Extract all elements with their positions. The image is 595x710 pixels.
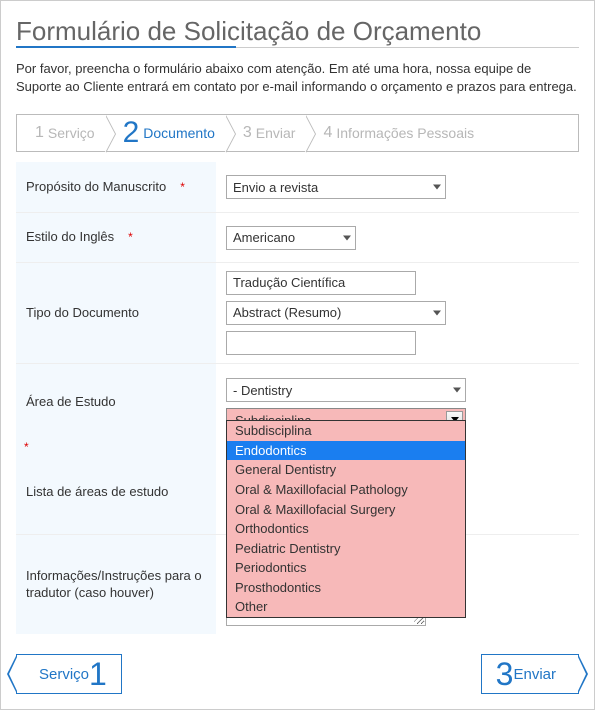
label-text: Área de Estudo (26, 394, 116, 411)
doc-type-select[interactable]: Abstract (Resumo) (226, 301, 446, 325)
required-icon: * (180, 180, 185, 196)
page-subtitle: Por favor, preencha o formulário abaixo … (16, 60, 579, 96)
select-value: Abstract (Resumo) (233, 305, 341, 320)
doc-type-extra-input[interactable] (226, 331, 416, 355)
nav-number: 3 (496, 658, 514, 690)
option-periodontics[interactable]: Periodontics (227, 558, 465, 578)
step-number: 3 (243, 124, 252, 142)
option-pediatric-dentistry[interactable]: Pediatric Dentistry (227, 539, 465, 559)
chevron-down-icon (433, 185, 441, 190)
step-number: 2 (123, 118, 140, 148)
form-body: Propósito do Manuscrito * Envio a revist… (16, 162, 579, 634)
option-orthodontics[interactable]: Orthodontics (227, 519, 465, 539)
step-indicator: 1 Serviço 2 Documento 3 Enviar 4 Informa… (16, 114, 579, 152)
label-text: Tipo do Documento (26, 305, 139, 322)
subdiscipline-dropdown-list[interactable]: Subdisciplina Endodontics General Dentis… (226, 420, 466, 617)
english-style-select[interactable]: Americano (226, 226, 356, 250)
option-endodontics[interactable]: Endodontics (227, 441, 465, 461)
doc-type-text-input[interactable]: Tradução Científica (226, 271, 416, 295)
chevron-down-icon (453, 388, 461, 393)
row-study-area: Área de Estudo * Lista de áreas de estud… (16, 363, 579, 534)
option-oral-maxillofacial-surgery[interactable]: Oral & Maxillofacial Surgery (227, 500, 465, 520)
study-area-select[interactable]: - Dentistry (226, 378, 466, 402)
chevron-down-icon (433, 311, 441, 316)
step-number: 1 (35, 124, 44, 142)
row-english-style: Estilo do Inglês * Americano (16, 212, 579, 262)
label-text: Estilo do Inglês (26, 229, 114, 246)
step-number: 4 (323, 124, 332, 142)
option-subdisciplina[interactable]: Subdisciplina (227, 421, 465, 441)
prev-step-button[interactable]: Serviço 1 (16, 654, 122, 694)
required-icon: * (128, 230, 133, 246)
label-text: Lista de áreas de estudo (26, 484, 168, 499)
label-doc-type: Tipo do Documento (16, 263, 216, 363)
select-value: - Dentistry (233, 383, 292, 398)
option-prosthodontics[interactable]: Prosthodontics (227, 578, 465, 598)
option-general-dentistry[interactable]: General Dentistry (227, 460, 465, 480)
quote-form-container: Formulário de Solicitação de Orçamento P… (0, 0, 595, 710)
step-label: Serviço (48, 125, 95, 141)
page-title: Formulário de Solicitação de Orçamento (16, 16, 579, 48)
purpose-select[interactable]: Envio a revista (226, 175, 446, 199)
step-4-informacoes[interactable]: 4 Informações Pessoais (305, 115, 484, 151)
label-study-area: Área de Estudo * Lista de áreas de estud… (16, 364, 216, 534)
nav-number: 1 (89, 658, 107, 690)
option-oral-maxillofacial-pathology[interactable]: Oral & Maxillofacial Pathology (227, 480, 465, 500)
nav-label: Enviar (513, 666, 556, 683)
label-purpose: Propósito do Manuscrito * (16, 162, 216, 212)
nav-label: Serviço (39, 666, 89, 683)
step-2-documento[interactable]: 2 Documento (105, 115, 225, 151)
step-label: Enviar (256, 125, 296, 141)
select-value: Americano (233, 230, 295, 245)
label-english-style: Estilo do Inglês * (16, 213, 216, 262)
row-doc-type: Tipo do Documento Tradução Científica Ab… (16, 262, 579, 363)
step-1-servico[interactable]: 1 Serviço (17, 115, 105, 151)
label-translator-notes: Informações/Instruções para o tradutor (… (16, 535, 216, 634)
step-label: Documento (143, 125, 215, 141)
next-step-button[interactable]: 3 Enviar (481, 654, 579, 694)
row-purpose: Propósito do Manuscrito * Envio a revist… (16, 162, 579, 212)
select-value: Envio a revista (233, 180, 318, 195)
chevron-down-icon (343, 235, 351, 240)
label-text: Informações/Instruções para o tradutor (… (26, 568, 206, 602)
nav-buttons: Serviço 1 3 Enviar (16, 654, 579, 694)
input-value: Tradução Científica (233, 275, 345, 290)
label-text: Propósito do Manuscrito (26, 179, 166, 196)
step-label: Informações Pessoais (336, 125, 474, 141)
step-3-enviar[interactable]: 3 Enviar (225, 115, 306, 151)
required-icon: * (24, 440, 29, 454)
option-other[interactable]: Other (227, 597, 465, 617)
